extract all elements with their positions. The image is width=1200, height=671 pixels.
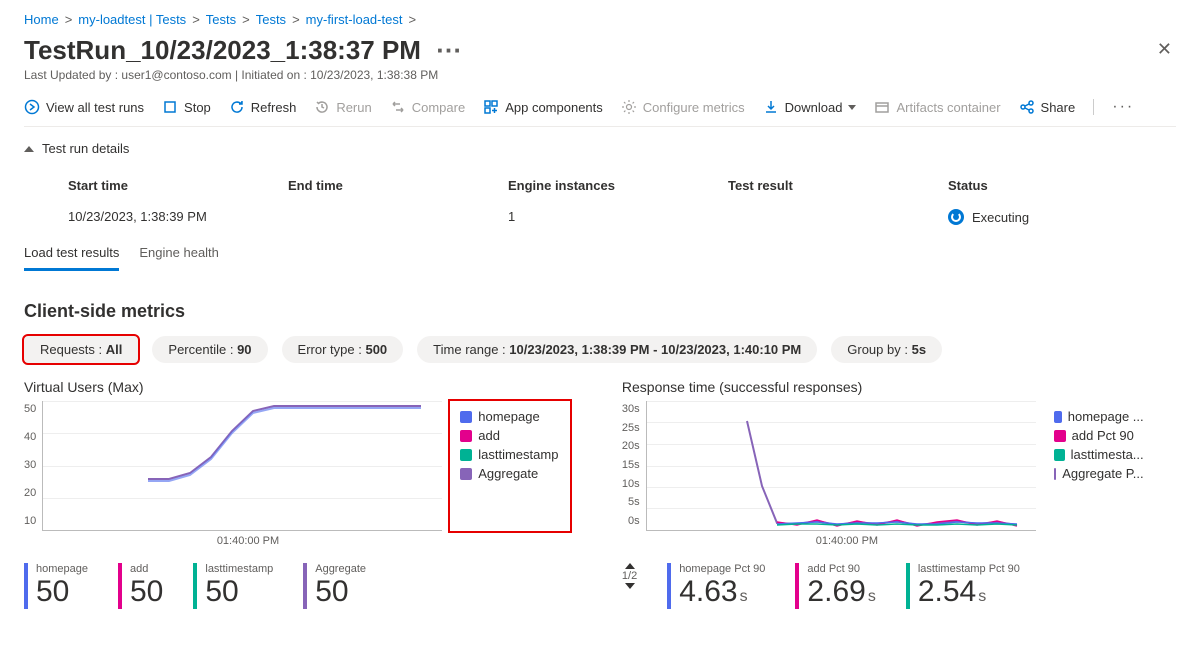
breadcrumb: Home> my-loadtest | Tests> Tests> Tests>… <box>24 12 1176 27</box>
arrow-right-circle-icon <box>24 99 40 115</box>
chart-rt-yaxis: 30s 25s 20s 15s 10s 5s 0s <box>622 401 646 527</box>
stat-card[interactable]: homepage Pct 90 4.63s <box>667 563 765 609</box>
compare-button[interactable]: Compare <box>390 99 465 115</box>
gear-icon <box>621 99 637 115</box>
stat-card[interactable]: Aggregate 50 <box>303 563 366 609</box>
chart-rt-legend: homepage ... add Pct 90 lasttimesta... A… <box>1044 401 1154 531</box>
filter-groupby[interactable]: Group by : 5s <box>831 336 942 363</box>
page-subtitle: Last Updated by : user1@contoso.com | In… <box>24 68 462 82</box>
details-table: Start time End time Engine instances Tes… <box>24 170 1176 233</box>
breadcrumb-item[interactable]: Tests <box>206 12 236 27</box>
legend-item[interactable]: add <box>460 428 560 443</box>
table-row: 10/23/2023, 1:38:39 PM 1 Executing <box>24 201 1176 233</box>
download-icon <box>763 99 779 115</box>
breadcrumb-item[interactable]: Tests <box>256 12 286 27</box>
stat-card[interactable]: add 50 <box>118 563 163 609</box>
close-button[interactable]: ✕ <box>1153 35 1176 64</box>
stat-card[interactable]: homepage 50 <box>24 563 88 609</box>
compare-icon <box>390 99 406 115</box>
col-header-status: Status <box>948 178 1176 193</box>
tab-load-results[interactable]: Load test results <box>24 237 119 271</box>
breadcrumb-item[interactable]: Home <box>24 12 59 27</box>
status-text: Executing <box>972 210 1029 225</box>
col-header-start: Start time <box>68 178 288 193</box>
legend-item[interactable]: Aggregate <box>460 466 560 481</box>
col-header-engine: Engine instances <box>508 178 728 193</box>
pager-down-button[interactable] <box>625 583 635 589</box>
configure-metrics-button[interactable]: Configure metrics <box>621 99 745 115</box>
download-button[interactable]: Download <box>763 99 857 115</box>
chart-vu-legend: homepage add lasttimestamp Aggregate <box>450 401 570 531</box>
chevron-down-icon <box>848 105 856 110</box>
details-toggle[interactable]: Test run details <box>24 127 1176 170</box>
chart-vu-plot[interactable] <box>42 401 442 531</box>
legend-item[interactable]: Aggregate P... <box>1054 466 1144 481</box>
tab-engine-health[interactable]: Engine health <box>139 237 219 271</box>
filter-requests[interactable]: Requests : All <box>24 336 138 363</box>
rerun-button[interactable]: Rerun <box>314 99 371 115</box>
share-button[interactable]: Share <box>1019 99 1076 115</box>
section-heading: Client-side metrics <box>24 301 1176 322</box>
pager-up-button[interactable] <box>625 563 635 569</box>
stat-card[interactable]: add Pct 90 2.69s <box>795 563 875 609</box>
stat-pager: 1/2 <box>622 563 637 609</box>
breadcrumb-item[interactable]: my-first-load-test <box>306 12 403 27</box>
artifacts-button[interactable]: Artifacts container <box>874 99 1000 115</box>
refresh-button[interactable]: Refresh <box>229 99 297 115</box>
view-all-runs-button[interactable]: View all test runs <box>24 99 144 115</box>
filter-errortype[interactable]: Error type : 500 <box>282 336 404 363</box>
share-icon <box>1019 99 1035 115</box>
stop-button[interactable]: Stop <box>162 99 211 115</box>
command-bar: View all test runs Stop Refresh Rerun Co… <box>24 88 1176 127</box>
legend-item[interactable]: add Pct 90 <box>1054 428 1144 443</box>
overflow-menu-button[interactable]: ··· <box>1112 98 1134 116</box>
result-tabs: Load test results Engine health <box>24 237 1176 271</box>
breadcrumb-item[interactable]: my-loadtest | Tests <box>78 12 186 27</box>
rerun-icon <box>314 99 330 115</box>
chart-vu-yaxis: 50 40 30 20 10 <box>24 401 42 527</box>
refresh-icon <box>229 99 245 115</box>
legend-item[interactable]: lasttimestamp <box>460 447 560 462</box>
legend-item[interactable]: lasttimesta... <box>1054 447 1144 462</box>
executing-icon <box>948 209 964 225</box>
stat-card[interactable]: lasttimestamp 50 <box>193 563 273 609</box>
filter-timerange[interactable]: Time range : 10/23/2023, 1:38:39 PM - 10… <box>417 336 817 363</box>
apps-icon <box>483 99 499 115</box>
app-components-button[interactable]: App components <box>483 99 603 115</box>
chart-rt-xaxis: 01:40:00 PM <box>652 535 1042 547</box>
container-icon <box>874 99 890 115</box>
filter-percentile[interactable]: Percentile : 90 <box>152 336 267 363</box>
chevron-up-icon <box>24 146 34 152</box>
chart-vu-xaxis: 01:40:00 PM <box>48 535 448 547</box>
legend-item[interactable]: homepage <box>460 409 560 424</box>
chart-rt-plot[interactable] <box>646 401 1036 531</box>
col-header-result: Test result <box>728 178 948 193</box>
stat-card[interactable]: lasttimestamp Pct 90 2.54s <box>906 563 1020 609</box>
filters: Requests : All Percentile : 90 Error typ… <box>24 336 1176 363</box>
col-header-end: End time <box>288 178 508 193</box>
chart-title-vu: Virtual Users (Max) <box>24 379 598 395</box>
chart-title-rt: Response time (successful responses) <box>622 379 1176 395</box>
legend-item[interactable]: homepage ... <box>1054 409 1144 424</box>
more-actions-icon[interactable]: ··· <box>436 35 462 65</box>
stop-icon <box>162 99 178 115</box>
page-title: TestRun_10/23/2023_1:38:37 PM ··· <box>24 35 462 66</box>
